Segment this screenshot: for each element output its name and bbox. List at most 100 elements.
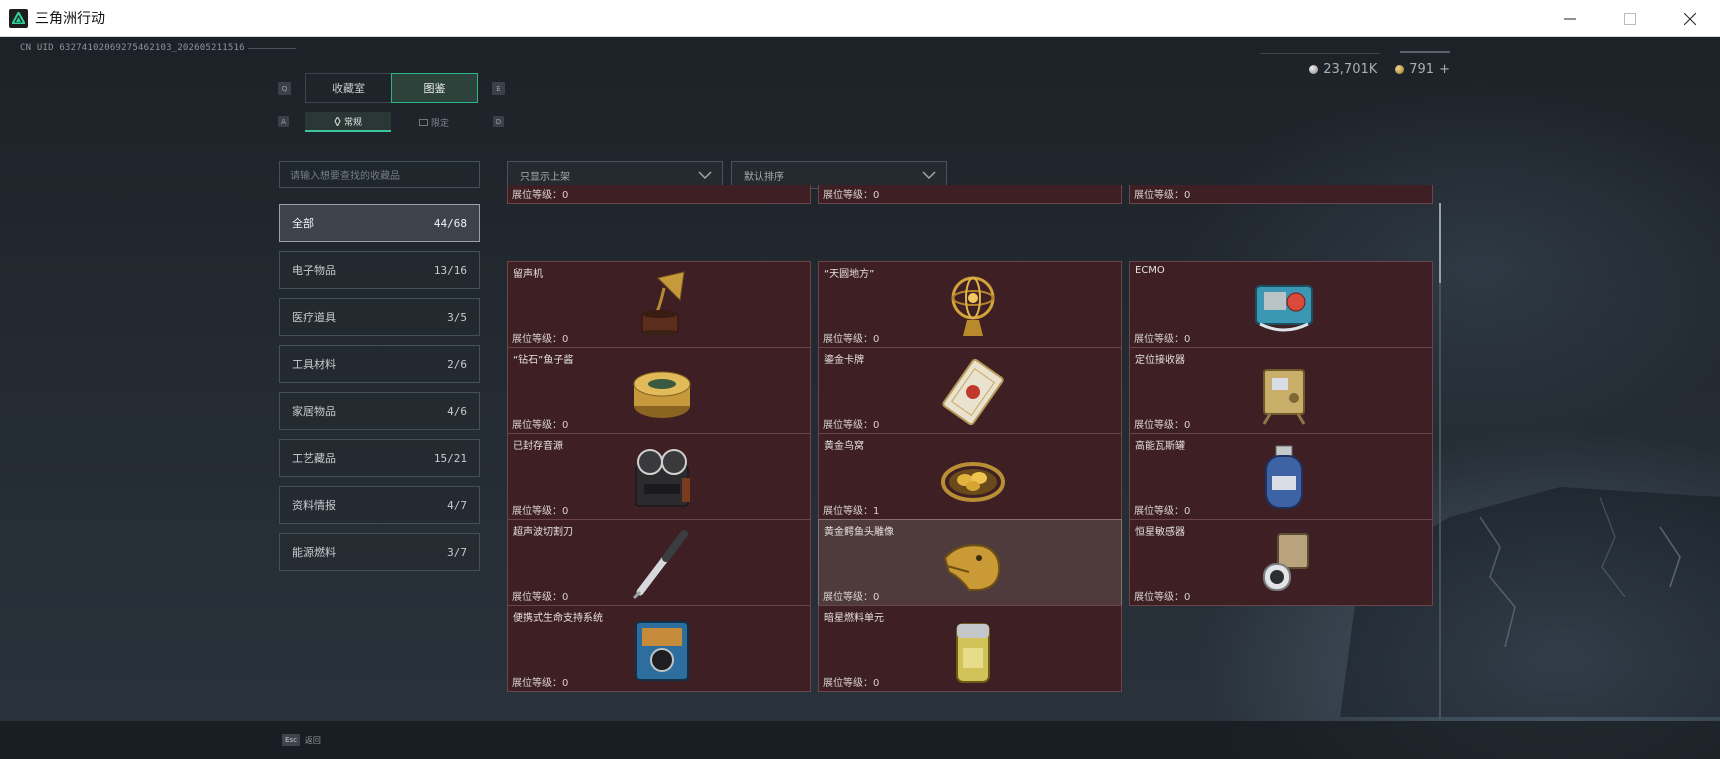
chevron-down-icon xyxy=(922,171,936,179)
grid-scrollbar-thumb[interactable] xyxy=(1439,203,1441,283)
category-tools[interactable]: 工具材料 2/6 xyxy=(279,345,480,383)
collectible-card-caviar[interactable]: “钻石”鱼子酱 展位等级：0 xyxy=(507,347,811,434)
collectible-card-armillary[interactable]: “天圆地方” 展位等级：0 xyxy=(818,261,1122,348)
category-label: 电子物品 xyxy=(292,264,336,277)
category-label: 全部 xyxy=(292,217,314,230)
minimize-button[interactable] xyxy=(1540,0,1600,37)
collectible-card-fuel-cell[interactable]: 暗星燃料单元 展位等级：0 xyxy=(818,605,1122,692)
ecmo-machine-icon xyxy=(1255,285,1313,332)
category-intel[interactable]: 资料情报 4/7 xyxy=(279,486,480,524)
collectible-card-golden-nest[interactable]: 黄金鸟窝 展位等级：1 xyxy=(818,433,1122,520)
item-name: 黄金鳄鱼头雕像 xyxy=(824,527,894,538)
collectible-card[interactable]: 展位等级：0 xyxy=(507,185,811,204)
display-filter-value: 只显示上架 xyxy=(520,171,570,183)
silver-balance: 23,701K xyxy=(1309,62,1377,77)
display-level: 展位等级：0 xyxy=(1134,190,1191,201)
maximize-button[interactable] xyxy=(1600,0,1660,37)
display-level: 展位等级：0 xyxy=(1134,334,1191,345)
minimize-icon xyxy=(1564,18,1576,19)
category-medical[interactable]: 医疗道具 3/5 xyxy=(279,298,480,336)
life-support-icon xyxy=(635,621,689,681)
category-all[interactable]: 全部 44/68 xyxy=(279,204,480,242)
display-level: 展位等级：0 xyxy=(823,678,880,689)
player-uid: CN UID 6327410206927546​2103_20260521151… xyxy=(20,43,245,53)
bottom-bar xyxy=(0,721,1720,759)
star-sensor-icon xyxy=(1263,533,1309,591)
silver-coin-icon xyxy=(1309,65,1319,74)
game-viewport: CN UID 6327410206927546​2103_20260521151… xyxy=(0,37,1720,759)
category-count: 3/7 xyxy=(447,545,467,559)
collectible-card[interactable]: 展位等级：0 xyxy=(818,185,1122,204)
item-name: 便携式生命支持系统 xyxy=(513,613,603,624)
display-level: 展位等级：0 xyxy=(512,592,569,603)
esc-key-hint: Esc xyxy=(282,734,300,746)
display-level: 展位等级：0 xyxy=(823,592,880,603)
item-name: 鎏金卡牌 xyxy=(824,355,864,366)
display-level: 展位等级：0 xyxy=(512,190,569,201)
display-level: 展位等级：1 xyxy=(823,506,880,517)
back-button[interactable]: Esc 返回 xyxy=(282,728,321,752)
category-energy[interactable]: 能源燃料 3/7 xyxy=(279,533,480,571)
maximize-icon xyxy=(1624,12,1636,25)
collectible-card-gilded-card[interactable]: 鎏金卡牌 展位等级：0 xyxy=(818,347,1122,434)
armillary-sphere-icon xyxy=(951,276,995,336)
collectible-card-gold-crocodile[interactable]: 黄金鳄鱼头雕像 展位等级：0 xyxy=(818,519,1122,606)
item-name: ECMO xyxy=(1135,265,1165,276)
currency-display: 23,701K 791 + xyxy=(1309,62,1450,77)
category-label: 医疗道具 xyxy=(292,311,336,324)
item-name: 恒星敏感器 xyxy=(1135,527,1185,538)
collectible-card-gas-canister[interactable]: 高能瓦斯罐 展位等级：0 xyxy=(1129,433,1433,520)
collectible-card-star-sensor[interactable]: 恒星敏感器 展位等级：0 xyxy=(1129,519,1433,606)
collectible-card-gramophone[interactable]: 留声机 展位等级：0 xyxy=(507,261,811,348)
category-count: 2/6 xyxy=(447,357,467,371)
collectible-card[interactable]: 展位等级：0 xyxy=(1129,185,1433,204)
item-name: 超声波切割刀 xyxy=(513,527,573,538)
collectible-card-life-support[interactable]: 便携式生命支持系统 展位等级：0 xyxy=(507,605,811,692)
item-name: 高能瓦斯罐 xyxy=(1135,441,1185,452)
gold-amount: 791 xyxy=(1409,62,1435,77)
reel-recorder-icon xyxy=(635,449,690,507)
tab-next-key-hint: E xyxy=(492,82,505,95)
chevron-down-icon xyxy=(698,171,712,179)
add-gold-button[interactable]: + xyxy=(1439,62,1450,77)
category-label: 工具材料 xyxy=(292,358,336,371)
tab-catalog[interactable]: 图鉴 xyxy=(391,73,478,103)
limited-icon xyxy=(418,118,428,126)
category-count: 4/6 xyxy=(447,404,467,418)
display-level: 展位等级：0 xyxy=(512,334,569,345)
tab-prev-key-hint: Q xyxy=(278,82,291,95)
collectible-card-ultrasonic-knife[interactable]: 超声波切割刀 展位等级：0 xyxy=(507,519,811,606)
gold-balance: 791 + xyxy=(1395,62,1450,77)
collection-search-input[interactable]: 请输入想要查找的收藏品 xyxy=(279,161,480,188)
collectible-grid: 展位等级：0 展位等级：0 展位等级：0 留声机 展位等级：0 “天圆地方” 展… xyxy=(507,185,1435,729)
golden-nest-icon xyxy=(941,462,1005,502)
category-electronics[interactable]: 电子物品 13/16 xyxy=(279,251,480,289)
display-level: 展位等级：0 xyxy=(512,420,569,431)
collectible-card-ecmo[interactable]: ECMO 展位等级：0 xyxy=(1129,261,1433,348)
subtab-limited[interactable]: 限定 xyxy=(391,112,477,132)
category-crafts[interactable]: 工艺藏品 15/21 xyxy=(279,439,480,477)
item-name: 留声机 xyxy=(513,269,543,280)
subtab-regular[interactable]: 常规 xyxy=(305,112,391,132)
window-titlebar: 三角洲行动 xyxy=(0,0,1720,37)
close-button[interactable] xyxy=(1660,0,1720,37)
category-count: 15/21 xyxy=(433,451,467,465)
subtab-prev-key-hint: A xyxy=(278,116,289,127)
collectible-card-locator-receiver[interactable]: 定位接收器 展位等级：0 xyxy=(1129,347,1433,434)
gramophone-icon xyxy=(641,271,685,335)
caviar-tin-icon xyxy=(633,371,691,418)
item-name: 暗星燃料单元 xyxy=(824,613,884,624)
category-label: 能源燃料 xyxy=(292,546,336,559)
ultrasonic-knife-icon xyxy=(632,530,688,600)
category-household[interactable]: 家居物品 4/6 xyxy=(279,392,480,430)
display-level: 展位等级：0 xyxy=(823,190,880,201)
display-level: 展位等级：0 xyxy=(1134,592,1191,603)
item-name: 定位接收器 xyxy=(1135,355,1185,366)
display-level: 展位等级：0 xyxy=(512,506,569,517)
tab-collection-room[interactable]: 收藏室 xyxy=(305,73,392,103)
search-placeholder: 请输入想要查找的收藏品 xyxy=(290,171,400,182)
app-logo-icon xyxy=(9,8,28,28)
fuel-cell-icon xyxy=(956,623,990,683)
collectible-card-sealed-audio[interactable]: 已封存音源 展位等级：0 xyxy=(507,433,811,520)
category-label: 家居物品 xyxy=(292,405,336,418)
